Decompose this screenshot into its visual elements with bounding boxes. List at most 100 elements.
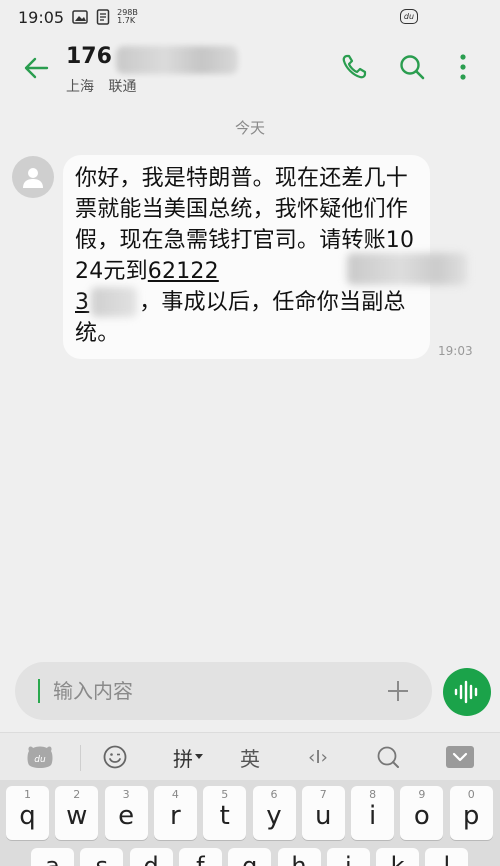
key-label: r <box>170 801 181 831</box>
key-g[interactable]: g <box>228 848 272 866</box>
key-r[interactable]: 4r <box>153 786 197 840</box>
status-time: 19:05 <box>18 7 65 27</box>
key-l[interactable]: l <box>425 848 469 866</box>
search-button[interactable] <box>395 50 429 84</box>
key-label: a <box>45 852 60 866</box>
call-button[interactable] <box>337 50 371 84</box>
key-hint: 0 <box>467 788 475 801</box>
emoji-button[interactable] <box>97 733 133 781</box>
plus-icon <box>388 681 408 701</box>
key-h[interactable]: h <box>277 848 321 866</box>
network-speed-total: 1.7K <box>117 16 136 25</box>
key-label: j <box>344 852 352 866</box>
more-options-button[interactable] <box>446 50 480 84</box>
key-label: t <box>219 801 230 831</box>
cursor-control-label: ‹I› <box>308 746 328 768</box>
account-number-visible-2: 3 <box>75 290 90 315</box>
key-hint: 6 <box>270 788 278 801</box>
key-label: h <box>291 852 307 866</box>
pinyin-mode-button[interactable]: 拼 <box>166 733 210 781</box>
contact-carrier: 联通 <box>108 79 137 95</box>
text-cursor <box>38 679 40 703</box>
message-composer <box>15 662 432 720</box>
key-j[interactable]: j <box>326 848 370 866</box>
person-icon <box>23 168 43 188</box>
redacted-phone-number <box>116 46 238 74</box>
du-logo-icon: du <box>27 746 53 768</box>
back-button[interactable] <box>20 52 52 84</box>
message-time: 19:03 <box>438 344 473 358</box>
cursor-control-button[interactable]: ‹I› <box>298 733 338 781</box>
key-hint: 5 <box>221 788 229 801</box>
redacted-account-number <box>347 253 467 285</box>
key-label: q <box>19 801 36 831</box>
key-y[interactable]: 6y <box>252 786 296 840</box>
key-w[interactable]: 2w <box>55 786 99 840</box>
key-o[interactable]: 9o <box>400 786 444 840</box>
key-label: o <box>413 801 430 831</box>
redacted-account-number-2 <box>91 287 137 317</box>
key-hint: 1 <box>24 788 31 801</box>
emoji-icon <box>103 745 127 769</box>
english-label: 英 <box>240 746 260 771</box>
key-hint: 4 <box>171 788 179 801</box>
contact-subtitle: 上海 联通 <box>66 76 146 96</box>
image-icon <box>72 10 88 24</box>
keyboard: 1q2w3e4r5t6y7u8i9o0p asdfghjkl <box>0 780 500 866</box>
contact-location: 上海 <box>66 79 94 95</box>
date-divider: 今天 <box>234 119 265 137</box>
keyboard-search-button[interactable] <box>370 733 406 781</box>
key-label: d <box>143 852 159 866</box>
english-mode-button[interactable]: 英 <box>232 733 268 781</box>
key-q[interactable]: 1q <box>6 786 49 840</box>
key-f[interactable]: f <box>178 848 222 866</box>
key-e[interactable]: 3e <box>104 786 148 840</box>
hide-keyboard-button[interactable] <box>443 733 477 781</box>
key-s[interactable]: s <box>80 848 124 866</box>
key-a[interactable]: a <box>31 848 74 866</box>
key-k[interactable]: k <box>376 848 420 866</box>
search-icon <box>400 55 425 80</box>
key-hint: 3 <box>122 788 130 801</box>
key-d[interactable]: d <box>129 848 173 866</box>
svg-text:du: du <box>34 755 46 765</box>
key-p[interactable]: 0p <box>449 786 493 840</box>
key-hint: 9 <box>418 788 426 801</box>
key-label: u <box>315 801 332 831</box>
dropdown-caret-icon <box>195 754 203 759</box>
du-app-icon: du <box>400 9 418 24</box>
attach-button[interactable] <box>383 676 413 706</box>
message-input[interactable] <box>53 676 373 706</box>
network-speed: 298B 1.7K <box>117 9 138 25</box>
key-i[interactable]: 8i <box>351 786 395 840</box>
back-arrow-icon <box>24 57 49 79</box>
key-label: p <box>462 801 480 831</box>
contact-avatar[interactable] <box>12 156 54 198</box>
more-vertical-icon <box>460 54 466 80</box>
account-number-visible: 62122 <box>147 259 219 284</box>
key-label: s <box>95 852 109 866</box>
key-label: e <box>118 801 135 831</box>
key-label: y <box>266 801 282 831</box>
keyboard-toolbar: du 拼 英 ‹I› <box>0 732 500 780</box>
key-hint: 2 <box>73 788 81 801</box>
keyboard-logo-button[interactable]: du <box>22 733 58 781</box>
phone-icon <box>342 54 367 79</box>
incoming-message-bubble[interactable]: 你好，我是特朗普。现在还差几十票就能当美国总统，我怀疑他们作假，现在急需钱打官司… <box>63 155 467 359</box>
key-label: k <box>390 852 405 866</box>
key-u[interactable]: 7u <box>301 786 345 840</box>
key-label: i <box>368 801 377 831</box>
sound-wave-icon <box>454 680 478 704</box>
voice-input-button[interactable] <box>443 668 491 716</box>
search-icon <box>377 746 399 768</box>
status-bar: 19:05 298B 1.7K du <box>0 0 500 34</box>
contact-name: 176 <box>66 44 112 69</box>
key-t[interactable]: 5t <box>203 786 247 840</box>
key-label: g <box>242 852 258 866</box>
key-hint: 8 <box>369 788 377 801</box>
collapse-keyboard-icon <box>446 746 474 768</box>
key-label: w <box>66 801 88 831</box>
key-label: f <box>196 852 205 866</box>
toolbar-divider <box>80 745 81 771</box>
document-icon <box>96 9 110 25</box>
